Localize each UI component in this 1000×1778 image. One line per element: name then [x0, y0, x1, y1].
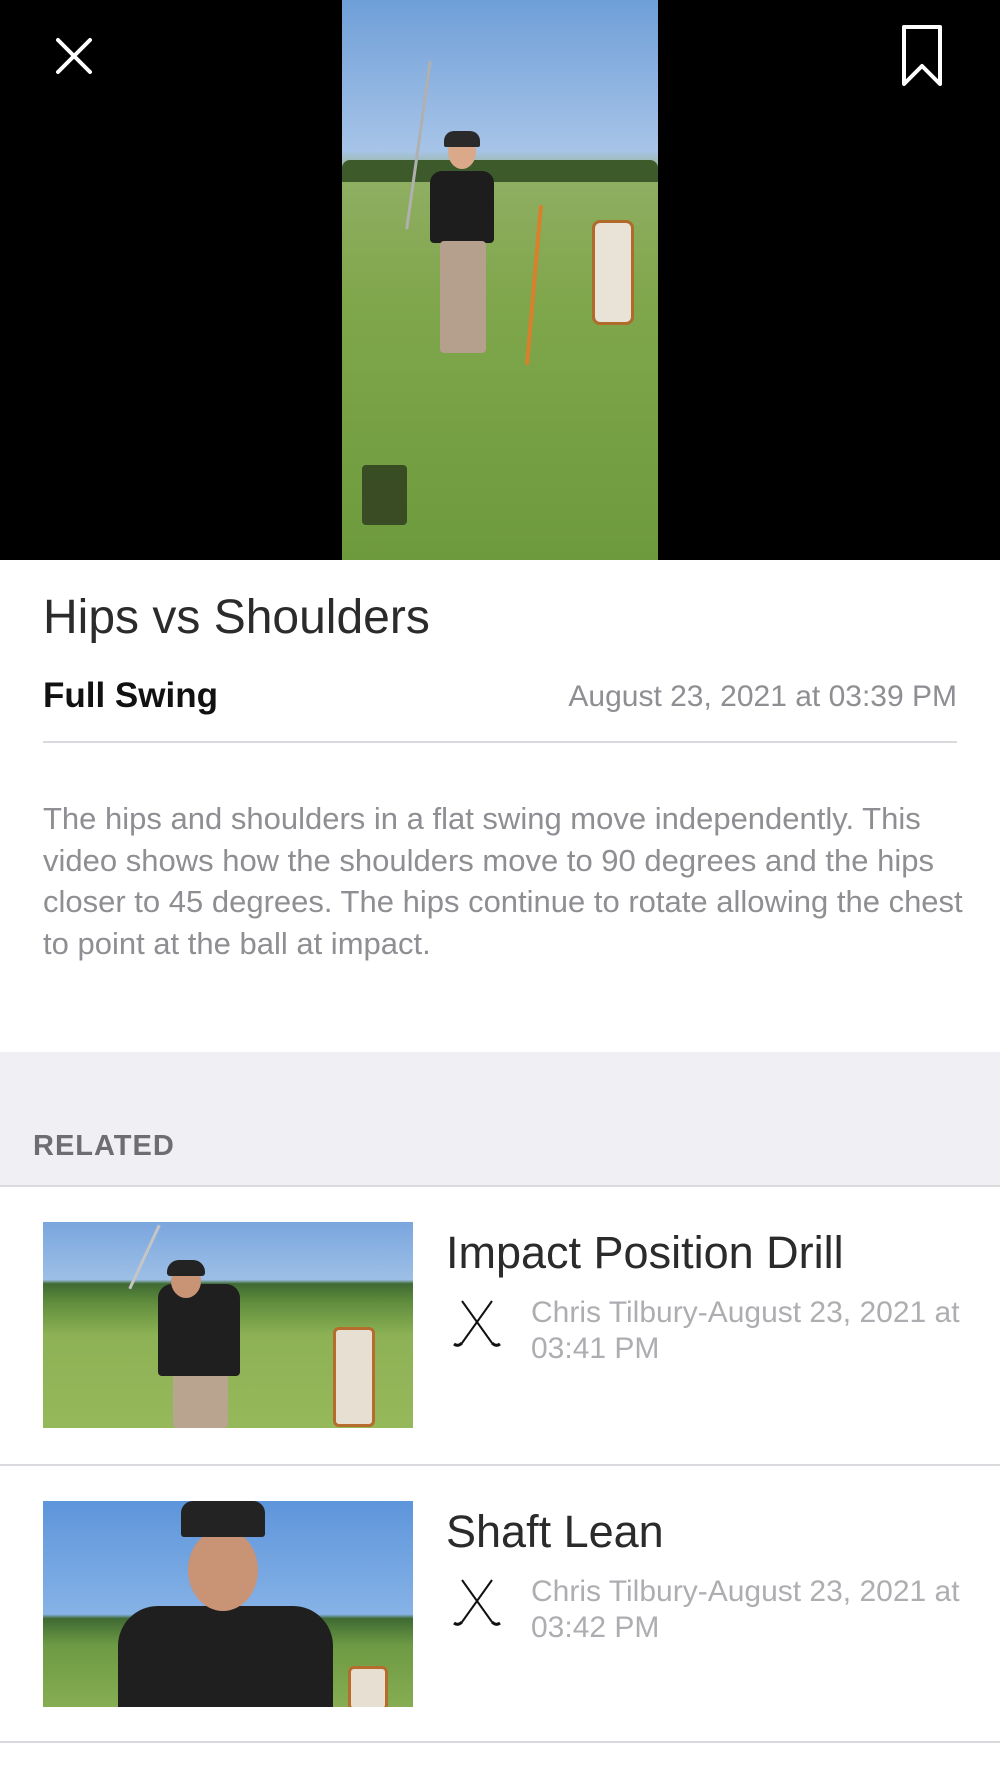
video-shadow — [362, 465, 407, 525]
related-list: Impact Position Drill Chris Tilbury-Augu… — [0, 1185, 1000, 1743]
bookmark-button[interactable] — [886, 20, 958, 92]
video-frame[interactable] — [342, 0, 658, 560]
related-meta: Chris Tilbury-August 23, 2021 at 03:41 P… — [531, 1296, 960, 1365]
related-thumbnail[interactable] — [43, 1222, 413, 1428]
divider — [43, 741, 957, 743]
video-description: The hips and shoulders in a flat swing m… — [43, 801, 963, 961]
related-section-header: RELATED — [0, 1052, 1000, 1186]
related-item[interactable]: Impact Position Drill Chris Tilbury-Augu… — [0, 1185, 1000, 1464]
related-thumbnail[interactable] — [43, 1501, 413, 1707]
related-label: RELATED — [33, 1130, 175, 1162]
related-meta: Chris Tilbury-August 23, 2021 at 03:42 P… — [531, 1575, 960, 1644]
video-category: Full Swing — [43, 676, 218, 715]
crossed-clubs-icon — [453, 1300, 501, 1347]
close-icon — [56, 38, 92, 74]
related-title[interactable]: Impact Position Drill — [446, 1227, 844, 1279]
video-date: August 23, 2021 at 03:39 PM — [568, 680, 957, 713]
video-golfer — [422, 131, 502, 365]
close-button[interactable] — [38, 20, 110, 92]
video-alignment-stick — [525, 205, 543, 365]
bookmark-icon — [902, 25, 942, 86]
crossed-clubs-icon — [453, 1579, 501, 1626]
video-details: Hips vs Shoulders Full Swing August 23, … — [0, 560, 1000, 1052]
video-title: Hips vs Shoulders — [43, 591, 430, 644]
related-item[interactable]: Shaft Lean Chris Tilbury-August 23, 2021… — [0, 1464, 1000, 1743]
video-player[interactable] — [0, 0, 1000, 560]
related-title[interactable]: Shaft Lean — [446, 1506, 664, 1558]
video-golf-bag — [592, 220, 634, 325]
